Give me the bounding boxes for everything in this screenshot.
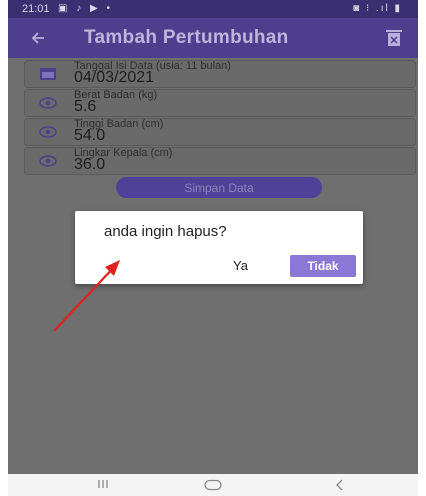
system-nav-bar: [8, 474, 418, 496]
back-arrow-icon[interactable]: [28, 28, 48, 48]
dialog-message: anda ingin hapus?: [104, 223, 227, 240]
page-title: Tambah Pertumbuhan: [84, 27, 289, 48]
date-value: 04/03/2021: [74, 69, 155, 86]
delete-icon[interactable]: [386, 29, 402, 47]
status-time: 21:01: [22, 3, 50, 15]
height-field[interactable]: Tinggi Badan (cm) 54.0: [24, 118, 416, 146]
weight-field[interactable]: Berat Badan (kg) 5.6: [24, 89, 416, 117]
app-bar: Tambah Pertumbuhan: [8, 18, 418, 58]
phone-screen: 21:01 ▣ ♪ ▶ • ◙ ⁝ .ıl ▮ Tambah Pertumbuh…: [8, 0, 418, 496]
height-value: 54.0: [74, 127, 106, 144]
save-button[interactable]: Simpan Data: [116, 177, 322, 198]
eye-icon: [39, 155, 57, 167]
status-bar: 21:01 ▣ ♪ ▶ • ◙ ⁝ .ıl ▮: [8, 0, 418, 18]
yes-button[interactable]: Ya: [233, 258, 248, 273]
annotation-arrow: [53, 260, 120, 332]
signal-battery-icons: ◙ ⁝ .ıl ▮: [353, 3, 402, 14]
no-button[interactable]: Tidak: [290, 255, 356, 277]
date-field[interactable]: Tanggal Isi Data (usia: 11 bulan) 04/03/…: [24, 60, 416, 88]
notification-icons: ▣ ♪ ▶ •: [58, 3, 113, 14]
calendar-icon: [40, 68, 56, 80]
recent-apps-icon[interactable]: [96, 478, 110, 490]
back-icon[interactable]: [334, 478, 344, 492]
head-circumference-field[interactable]: Lingkar Kepala (cm) 36.0: [24, 147, 416, 175]
weight-value: 5.6: [74, 98, 97, 115]
head-circumference-value: 36.0: [74, 156, 106, 173]
eye-icon: [39, 97, 57, 109]
home-icon[interactable]: [204, 479, 222, 491]
eye-icon: [39, 126, 57, 138]
